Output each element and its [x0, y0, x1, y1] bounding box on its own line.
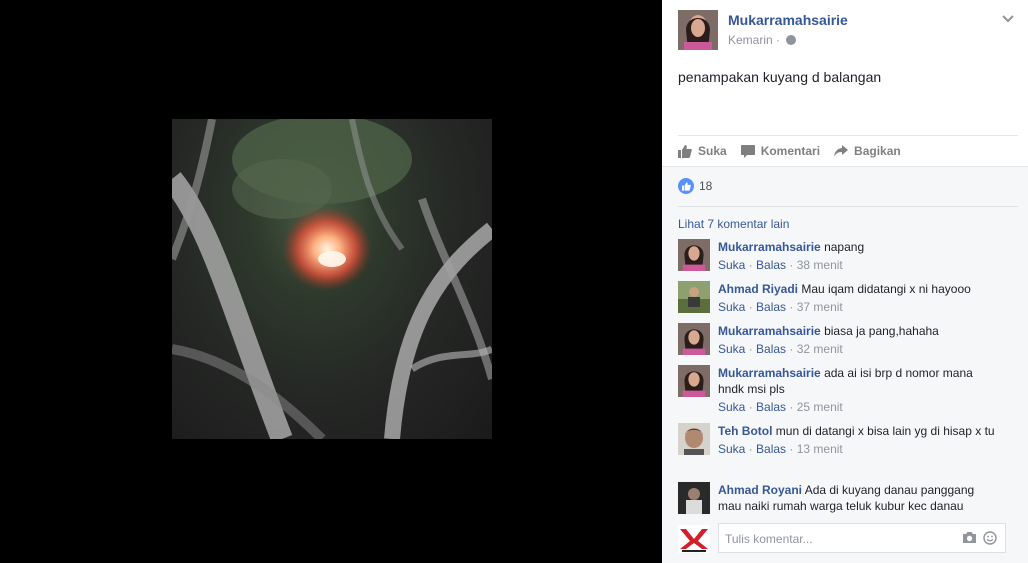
comment-reply-link[interactable]: Balas — [756, 342, 786, 356]
reaction-count: 18 — [699, 179, 713, 193]
comment-author[interactable]: Mukarramahsairie — [718, 324, 821, 338]
avatar[interactable] — [678, 423, 710, 455]
post-photo[interactable] — [172, 119, 492, 439]
input-icons — [962, 531, 997, 548]
share-icon — [834, 144, 849, 158]
comment-icon — [740, 144, 755, 158]
comment-time[interactable]: 25 menit — [797, 400, 843, 414]
post-meta: Kemarin · — [728, 33, 797, 47]
camera-icon[interactable] — [962, 531, 977, 548]
post-side-panel: Mukarramahsairie Kemarin · penampakan ku… — [662, 0, 1028, 563]
photo-viewer — [0, 0, 662, 563]
avatar[interactable] — [678, 239, 710, 271]
avatar[interactable] — [678, 482, 710, 514]
post-header: Mukarramahsairie Kemarin · — [678, 10, 1018, 60]
thumbs-up-icon — [678, 144, 692, 158]
comment-author[interactable]: Ahmad Royani — [718, 483, 802, 497]
comment-text: mun di datangi x bisa lain yg di hisap x… — [775, 424, 995, 438]
comment-author[interactable]: Mukarramahsairie — [718, 366, 821, 380]
comment-body: Mukarramahsairie napang Suka · Balas · 3… — [718, 239, 998, 273]
comment-body: Mukarramahsairie ada ai isi brp d nomor … — [718, 365, 998, 415]
comment-author[interactable]: Ahmad Riyadi — [718, 282, 798, 296]
globe-icon — [786, 35, 797, 45]
comment-reply-link[interactable]: Balas — [756, 442, 786, 456]
like-label: Suka — [698, 144, 727, 158]
post-text: penampakan kuyang d balangan — [678, 69, 882, 85]
comment-button[interactable]: Komentari — [740, 144, 821, 158]
comment-body: Ahmad Riyadi Mau iqam didatangi x ni hay… — [718, 281, 998, 315]
comment-body: Ahmad Royani Ada di kuyang danau panggan… — [718, 482, 998, 514]
divider — [678, 206, 1018, 207]
comment-like-link[interactable]: Suka — [718, 300, 745, 314]
comment-author[interactable]: Teh Botol — [718, 424, 772, 438]
share-button[interactable]: Bagikan — [834, 144, 901, 158]
post-time[interactable]: Kemarin — [728, 33, 773, 47]
emoji-icon[interactable] — [983, 531, 997, 548]
comment-item: Ahmad Royani Ada di kuyang danau panggan… — [678, 482, 1018, 514]
comment-author[interactable]: Mukarramahsairie — [718, 240, 821, 254]
comment-text: Mau iqam didatangi x ni hayooo — [801, 282, 971, 296]
comment-like-link[interactable]: Suka — [718, 442, 745, 456]
like-reaction-icon — [678, 178, 694, 194]
post-actions: Suka Komentari Bagikan — [678, 135, 1018, 166]
comment-label: Komentari — [760, 144, 821, 158]
comment-reply-link[interactable]: Balas — [756, 300, 786, 314]
comment-time[interactable]: 13 menit — [797, 442, 843, 456]
author-avatar[interactable] — [678, 10, 718, 50]
page-logo[interactable] — [678, 525, 710, 553]
comment-time[interactable]: 38 menit — [797, 258, 843, 272]
comment-footer: Suka · Balas · 13 menit — [718, 442, 843, 456]
share-label: Bagikan — [854, 144, 901, 158]
post-author[interactable]: Mukarramahsairie — [728, 12, 848, 28]
comment-footer: Suka · Balas · 32 menit — [718, 342, 843, 356]
comment-footer: Suka · Balas · 37 menit — [718, 300, 843, 314]
comment-body: Mukarramahsairie biasa ja pang,hahaha Su… — [718, 323, 998, 357]
comment-input-placeholder: Tulis komentar... — [725, 532, 813, 546]
comment-like-link[interactable]: Suka — [718, 342, 745, 356]
reaction-summary[interactable]: 18 — [678, 178, 712, 194]
comment-footer: Suka · Balas · 25 menit — [718, 400, 843, 414]
comment-body: Teh Botol mun di datangi x bisa lain yg … — [718, 423, 998, 457]
comment-like-link[interactable]: Suka — [718, 400, 745, 414]
comment-time[interactable]: 32 menit — [797, 342, 843, 356]
comment-text: napang — [824, 240, 865, 254]
comment-reply-link[interactable]: Balas — [756, 400, 786, 414]
comment-footer: Suka · Balas · 38 menit — [718, 258, 843, 272]
comment-text: biasa ja pang,hahaha — [824, 324, 939, 338]
comment-composer: Tulis komentar... — [678, 523, 1018, 555]
avatar[interactable] — [678, 323, 710, 355]
comment-time[interactable]: 37 menit — [797, 300, 843, 314]
like-button[interactable]: Suka — [678, 144, 727, 158]
view-more-comments-link[interactable]: Lihat 7 komentar lain — [678, 217, 789, 231]
avatar[interactable] — [678, 281, 710, 313]
chevron-down-icon[interactable] — [1002, 12, 1014, 26]
photo-image — [172, 119, 492, 439]
avatar[interactable] — [678, 365, 710, 397]
comment-input[interactable]: Tulis komentar... — [718, 523, 1006, 553]
comments-section: 18 Lihat 7 komentar lain Mukarramahsairi… — [662, 166, 1028, 563]
comment-reply-link[interactable]: Balas — [756, 258, 786, 272]
comment-like-link[interactable]: Suka — [718, 258, 745, 272]
